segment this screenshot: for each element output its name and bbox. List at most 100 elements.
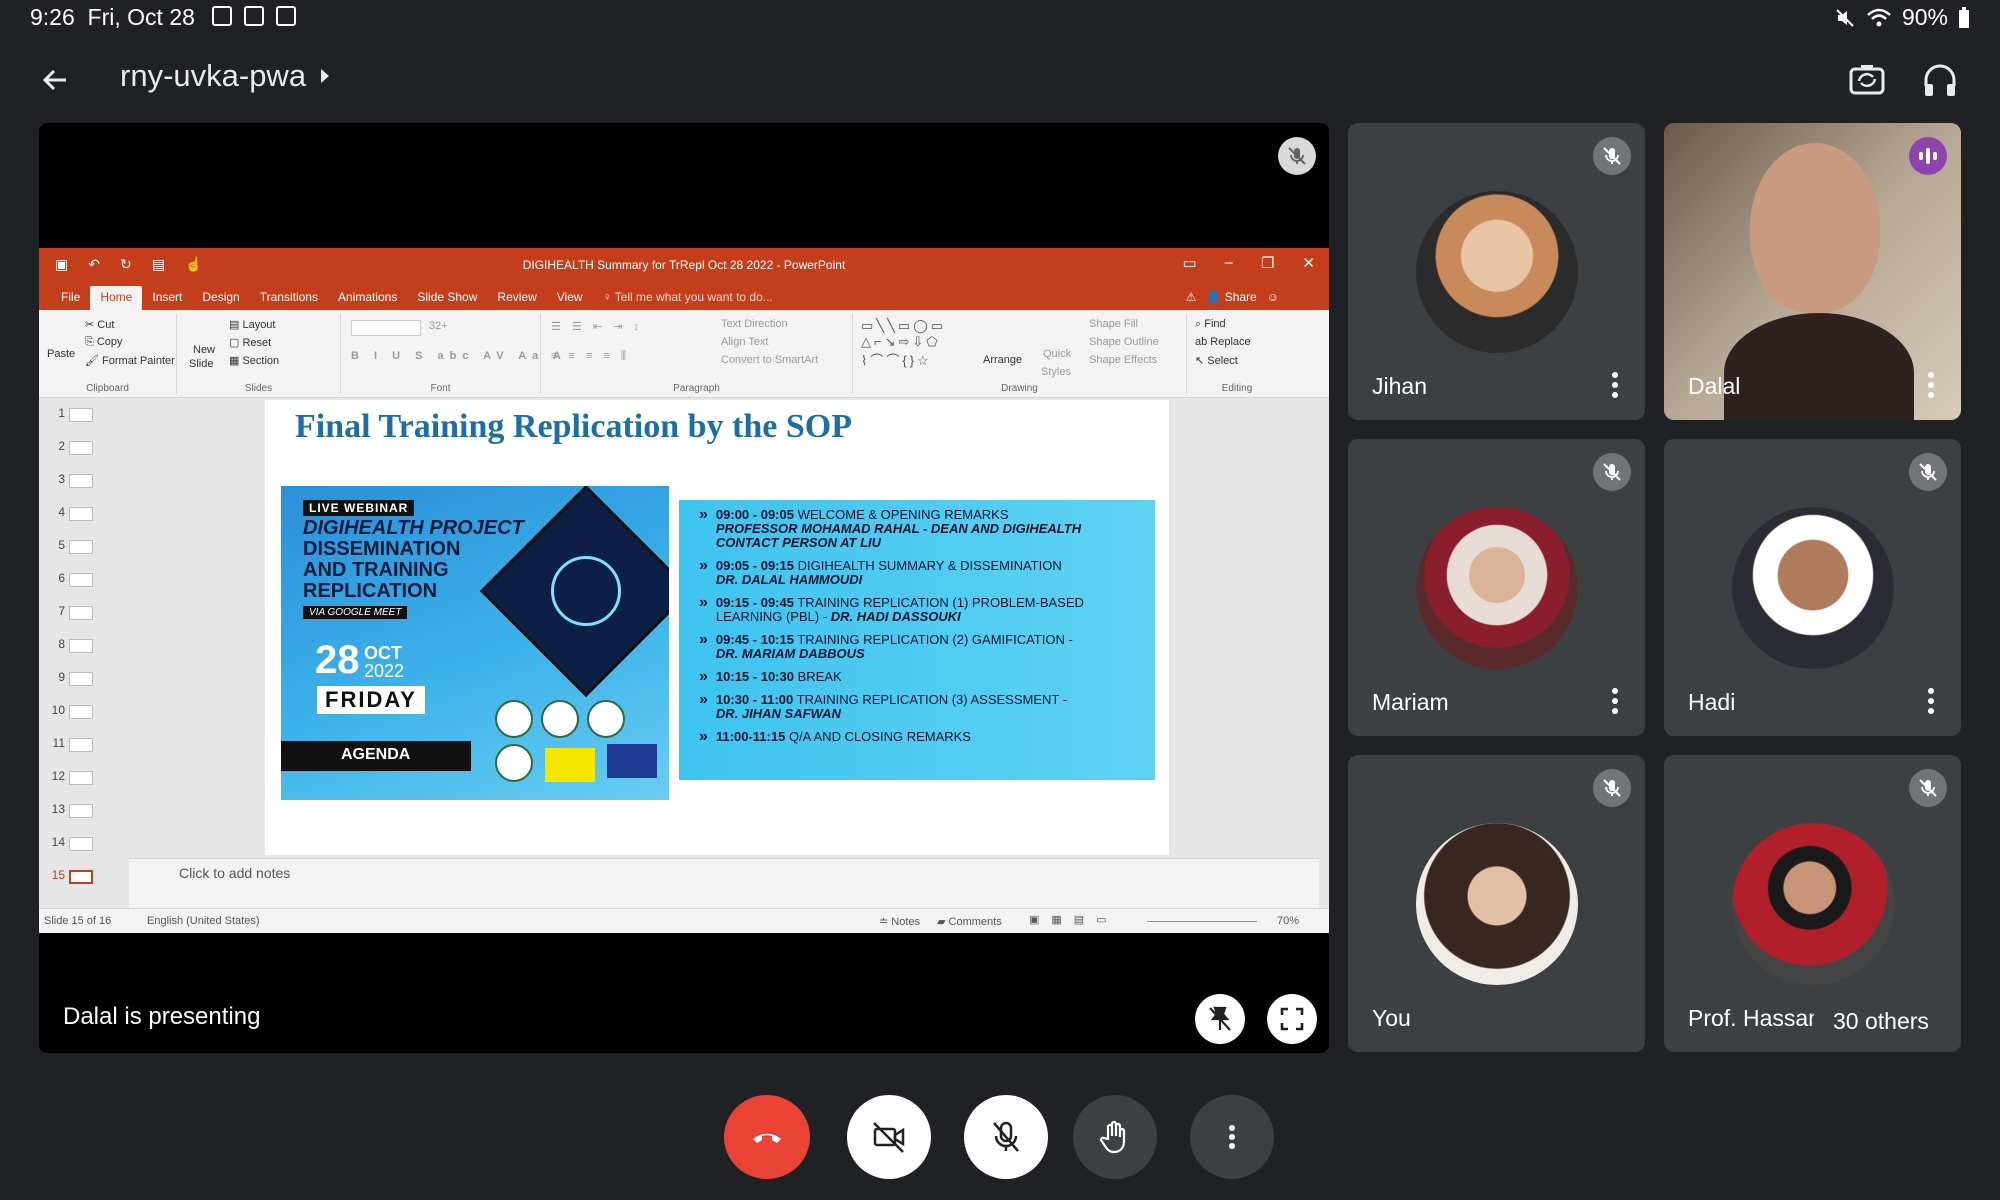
agenda-time: 10:15 - 10:30: [715, 669, 794, 684]
thumb-number: 2: [58, 439, 65, 453]
agenda-time: 11:00-11:15: [715, 729, 786, 744]
ppt-ribbon: Paste ✂ Cut ⎘ Copy 🖌 Format Painter Clip…: [39, 310, 1329, 398]
avatar: [1732, 823, 1894, 985]
agenda-item: » 09:15 - 09:45 TRAINING REPLICATION (1) …: [699, 595, 1145, 624]
participant-tile[interactable]: Hadi: [1664, 439, 1961, 736]
thumb-preview: [69, 705, 93, 719]
comments-toggle-label: Comments: [948, 916, 1002, 928]
participant-tile-speaking[interactable]: Dalal: [1664, 123, 1961, 420]
fullscreen-button[interactable]: [1267, 994, 1317, 1044]
paste-button: Paste: [47, 348, 76, 360]
participant-tile[interactable]: You: [1348, 755, 1645, 1052]
more-vert-icon[interactable]: [1927, 688, 1935, 714]
dot: [1612, 372, 1618, 378]
font-name-box: [351, 320, 421, 336]
ppt-tab-insert: Insert: [152, 290, 183, 304]
view-buttons: ▣▦▤▭: [1029, 914, 1119, 926]
back-button[interactable]: [36, 60, 76, 100]
status-bar: 9:26 Fri, Oct 28 90%: [0, 0, 2000, 36]
thumb-preview: [69, 738, 93, 752]
mic-off-icon: [1288, 147, 1306, 165]
poster-agenda-label: AGENDA: [281, 741, 471, 771]
thumb-number: 6: [58, 571, 65, 585]
ppt-tab-design: Design: [202, 290, 240, 304]
agenda-item: » 10:30 - 11:00 TRAINING REPLICATION (3) …: [699, 692, 1145, 721]
more-vert-icon[interactable]: [1611, 372, 1619, 398]
thumb-preview: [69, 771, 93, 785]
ppt-tab-view: View: [556, 290, 583, 304]
ribbon-paragraph: ☰ ☰ ⇤ ⇥ ↕ ≡ ≡ ≡ ≡ ⫼ Text Direction Align…: [541, 314, 853, 394]
ribbon-display-icon: ▭: [1182, 255, 1197, 272]
pin-off-icon: [1209, 1006, 1231, 1031]
participant-tile[interactable]: Mariam: [1348, 439, 1645, 736]
ppt-tab-slideshow: Slide Show: [417, 290, 478, 304]
audio-bar: [1926, 148, 1930, 164]
switch-camera-button[interactable]: [1845, 58, 1889, 102]
layout-button: ▤ Layout: [229, 319, 276, 331]
microphone-toggle-button[interactable]: [964, 1095, 1048, 1179]
dot: [1928, 372, 1934, 378]
copy-button: ⎘ Copy: [85, 336, 123, 348]
dot: [1928, 708, 1934, 714]
agenda-item: » 11:00-11:15 Q/A AND CLOSING REMARKS: [699, 729, 1145, 745]
slide-thumbnail: 9: [39, 670, 129, 692]
more-vert-icon[interactable]: [1611, 688, 1619, 714]
eu-flag-logo: [607, 744, 657, 778]
wifi-icon: [1867, 8, 1891, 26]
slide-thumbnail: 4: [39, 505, 129, 527]
participant-name: Jihan: [1372, 373, 1427, 399]
meeting-info-button[interactable]: rny-uvka-pwa: [120, 58, 332, 94]
thumb-number: 8: [58, 637, 65, 651]
thumb-preview: [69, 474, 93, 488]
thumb-number: 15: [51, 868, 65, 882]
more-vert-icon[interactable]: [1927, 372, 1935, 398]
font-size-box: 32+: [429, 320, 448, 332]
agenda-box: » 09:00 - 09:05 WELCOME & OPENING REMARKS…: [679, 500, 1155, 780]
slide-thumbnail: 12: [39, 769, 129, 791]
new-slide-label: Slide: [189, 358, 214, 370]
slide-thumbnail: 10: [39, 703, 129, 725]
leave-call-button[interactable]: [724, 1095, 810, 1179]
others-count-badge[interactable]: 30 others: [1813, 998, 1949, 1044]
arrow-back-icon: [42, 69, 66, 91]
agenda-text: TRAINING REPLICATION (2) GAMIFICATION -: [797, 632, 1073, 647]
medical-seal-logo: [587, 700, 625, 738]
switch-camera-icon: [1849, 65, 1885, 95]
participant-name: Dalal: [1688, 373, 1741, 399]
avatar: [1416, 823, 1578, 985]
mic-off-indicator: [1593, 453, 1631, 491]
more-options-button[interactable]: [1190, 1095, 1274, 1179]
select-button: ↖ Select: [1195, 355, 1238, 367]
raise-hand-button[interactable]: [1073, 1095, 1157, 1179]
thumb-number: 14: [51, 835, 65, 849]
ribbon-group-label: Font: [430, 383, 451, 394]
agenda-text: TRAINING REPLICATION (3) ASSESSMENT -: [796, 692, 1068, 707]
shapes-gallery-icon: ▭╲╲▭◯▭ △⌐↘⇨⇩⬠ ⌇⌒⌒{}☆: [861, 318, 947, 368]
unpin-button[interactable]: [1195, 994, 1245, 1044]
participant-tile[interactable]: Jihan: [1348, 123, 1645, 420]
dot: [1612, 708, 1618, 714]
video-feed-body: [1724, 313, 1914, 420]
copy-label: Copy: [96, 336, 123, 348]
agenda-time: 10:30 - 11:00: [715, 692, 794, 707]
thumb-preview: [69, 837, 93, 851]
powerpoint-window: ▣ ↶ ↻ ▤ ☝ DIGIHEALTH Summary for TrRepl …: [39, 248, 1329, 933]
mic-off-indicator: [1909, 453, 1947, 491]
camera-toggle-button[interactable]: [847, 1095, 931, 1179]
smartart-button: Convert to SmartArt: [721, 354, 819, 366]
status-clock: 9:26 Fri, Oct 28: [30, 4, 195, 31]
slide-thumbnail: 8: [39, 637, 129, 659]
headphones-icon: [1924, 64, 1956, 96]
presentation-tile[interactable]: ▣ ↶ ↻ ▤ ☝ DIGIHEALTH Summary for TrRepl …: [39, 123, 1329, 1053]
font-format-icons: B I U S abc AV Aa A: [351, 350, 567, 362]
ppt-tab-animations: Animations: [337, 290, 398, 304]
poster-year: 2022: [363, 661, 404, 681]
poster-badge: LIVE WEBINAR: [303, 500, 415, 516]
audio-output-button[interactable]: [1918, 58, 1962, 102]
poster-title-line: DIGIHEALTH PROJECT: [303, 517, 524, 539]
find-button: ⌕ Find: [1195, 318, 1226, 330]
liu-logo: [495, 744, 533, 782]
notes-pane: Click to add notes: [129, 858, 1319, 908]
ppt-ribbon-tabs: File Home Insert Design Transitions Anim…: [39, 284, 1329, 310]
ribbon-group-label: Clipboard: [86, 383, 129, 394]
